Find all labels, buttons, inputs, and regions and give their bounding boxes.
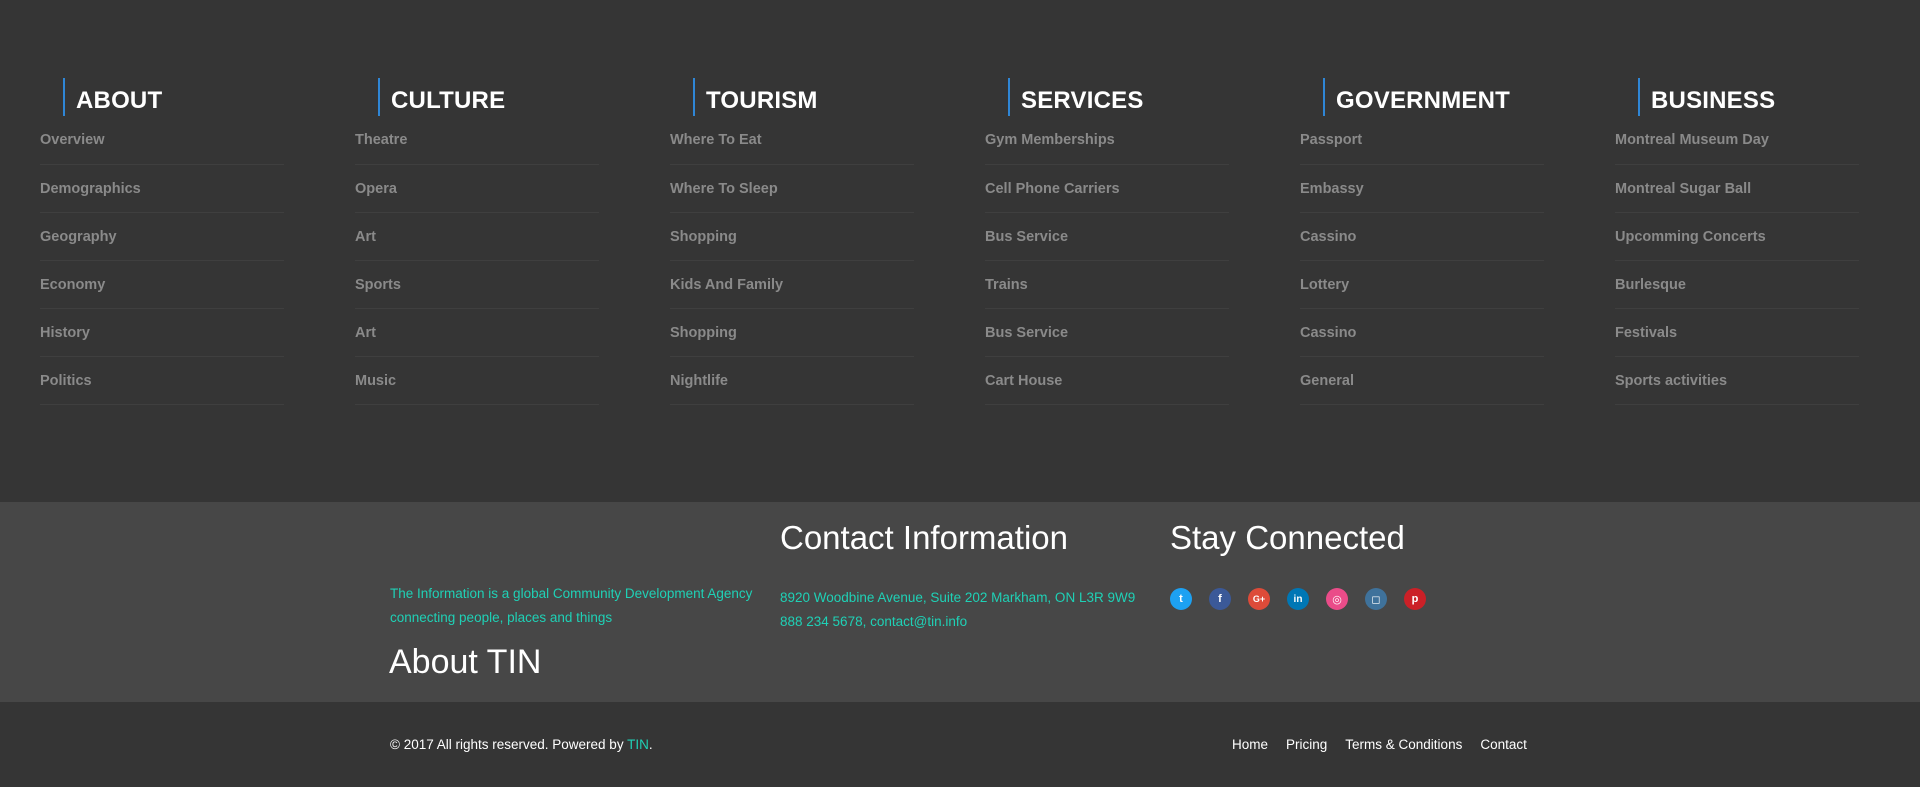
column-title: SERVICES	[1008, 78, 1229, 116]
column-services: SERVICES Gym Memberships Cell Phone Carr…	[985, 78, 1229, 405]
nav-pricing[interactable]: Pricing	[1286, 736, 1327, 754]
nav-home[interactable]: Home	[1232, 736, 1268, 754]
column-tourism: TOURISM Where To Eat Where To Sleep Shop…	[670, 78, 914, 405]
link-bus-service[interactable]: Bus Service	[985, 213, 1229, 261]
link-art-2[interactable]: Art	[355, 309, 599, 357]
link-cassino[interactable]: Cassino	[1300, 213, 1544, 261]
instagram-icon[interactable]: ◻	[1365, 588, 1387, 610]
linkedin-icon[interactable]: in	[1287, 588, 1309, 610]
link-bus-service-2[interactable]: Bus Service	[985, 309, 1229, 357]
dribbble-icon[interactable]: ◎	[1326, 588, 1348, 610]
column-title: BUSINESS	[1638, 78, 1859, 116]
link-upcomming-concerts[interactable]: Upcomming Concerts	[1615, 213, 1859, 261]
link-general[interactable]: General	[1300, 357, 1544, 405]
link-gym-memberships[interactable]: Gym Memberships	[985, 116, 1229, 165]
link-cart-house[interactable]: Cart House	[985, 357, 1229, 405]
column-about: ABOUT Overview Demographics Geography Ec…	[40, 78, 284, 405]
link-burlesque[interactable]: Burlesque	[1615, 261, 1859, 309]
brand-link[interactable]: TIN	[627, 737, 649, 752]
link-where-to-sleep[interactable]: Where To Sleep	[670, 165, 914, 213]
google-plus-icon[interactable]: G+	[1248, 588, 1270, 610]
footer-link-columns: ABOUT Overview Demographics Geography Ec…	[0, 0, 1920, 502]
link-sports[interactable]: Sports	[355, 261, 599, 309]
pinterest-icon[interactable]: p	[1404, 588, 1426, 610]
copyright: © 2017 All rights reserved. Powered by T…	[390, 736, 653, 754]
contact-phone-email[interactable]: 888 234 5678, contact@tin.info	[780, 610, 1135, 634]
link-music[interactable]: Music	[355, 357, 599, 405]
column-title: GOVERNMENT	[1323, 78, 1544, 116]
about-description-line: The Information is a global Community De…	[390, 586, 753, 601]
link-festivals[interactable]: Festivals	[1615, 309, 1859, 357]
link-opera[interactable]: Opera	[355, 165, 599, 213]
link-shopping[interactable]: Shopping	[670, 213, 914, 261]
link-lottery[interactable]: Lottery	[1300, 261, 1544, 309]
link-passport[interactable]: Passport	[1300, 116, 1544, 165]
contact-details: 8920 Woodbine Avenue, Suite 202 Markham,…	[780, 586, 1135, 634]
stay-connected-title: Stay Connected	[1170, 519, 1405, 556]
link-trains[interactable]: Trains	[985, 261, 1229, 309]
link-montreal-museum-day[interactable]: Montreal Museum Day	[1615, 116, 1859, 165]
link-where-to-eat[interactable]: Where To Eat	[670, 116, 914, 165]
link-geography[interactable]: Geography	[40, 213, 284, 261]
info-band: The Information is a global Community De…	[0, 502, 1920, 702]
contact-title: Contact Information	[780, 519, 1068, 556]
bottom-bar: © 2017 All rights reserved. Powered by T…	[0, 702, 1920, 787]
copyright-text: © 2017 All rights reserved. Powered by	[390, 737, 628, 752]
bottom-nav: Home Pricing Terms & Conditions Contact	[1232, 736, 1527, 754]
link-art[interactable]: Art	[355, 213, 599, 261]
link-nightlife[interactable]: Nightlife	[670, 357, 914, 405]
column-business: BUSINESS Montreal Museum Day Montreal Su…	[1615, 78, 1859, 405]
column-title: TOURISM	[693, 78, 914, 116]
link-montreal-sugar-ball[interactable]: Montreal Sugar Ball	[1615, 165, 1859, 213]
link-embassy[interactable]: Embassy	[1300, 165, 1544, 213]
column-government: GOVERNMENT Passport Embassy Cassino Lott…	[1300, 78, 1544, 405]
about-description: The Information is a global Community De…	[390, 582, 760, 630]
contact-address: 8920 Woodbine Avenue, Suite 202 Markham,…	[780, 590, 1136, 605]
column-title: CULTURE	[378, 78, 599, 116]
column-culture: CULTURE Theatre Opera Art Sports Art Mus…	[355, 78, 599, 405]
link-sports-activities[interactable]: Sports activities	[1615, 357, 1859, 405]
column-title: ABOUT	[63, 78, 284, 116]
link-politics[interactable]: Politics	[40, 357, 284, 405]
about-description-line: connecting people, places and things	[390, 610, 613, 625]
nav-terms-conditions[interactable]: Terms & Conditions	[1345, 736, 1462, 754]
link-kids-and-family[interactable]: Kids And Family	[670, 261, 914, 309]
link-theatre[interactable]: Theatre	[355, 116, 599, 165]
about-title: About TIN	[389, 643, 542, 681]
link-history[interactable]: History	[40, 309, 284, 357]
social-links: t f G+ in ◎ ◻ p	[1170, 588, 1426, 610]
facebook-icon[interactable]: f	[1209, 588, 1231, 610]
link-cell-phone-carriers[interactable]: Cell Phone Carriers	[985, 165, 1229, 213]
copyright-suffix: .	[648, 737, 653, 752]
link-demographics[interactable]: Demographics	[40, 165, 284, 213]
link-overview[interactable]: Overview	[40, 116, 284, 165]
nav-contact[interactable]: Contact	[1480, 736, 1527, 754]
twitter-icon[interactable]: t	[1170, 588, 1192, 610]
link-cassino-2[interactable]: Cassino	[1300, 309, 1544, 357]
link-shopping-2[interactable]: Shopping	[670, 309, 914, 357]
link-economy[interactable]: Economy	[40, 261, 284, 309]
